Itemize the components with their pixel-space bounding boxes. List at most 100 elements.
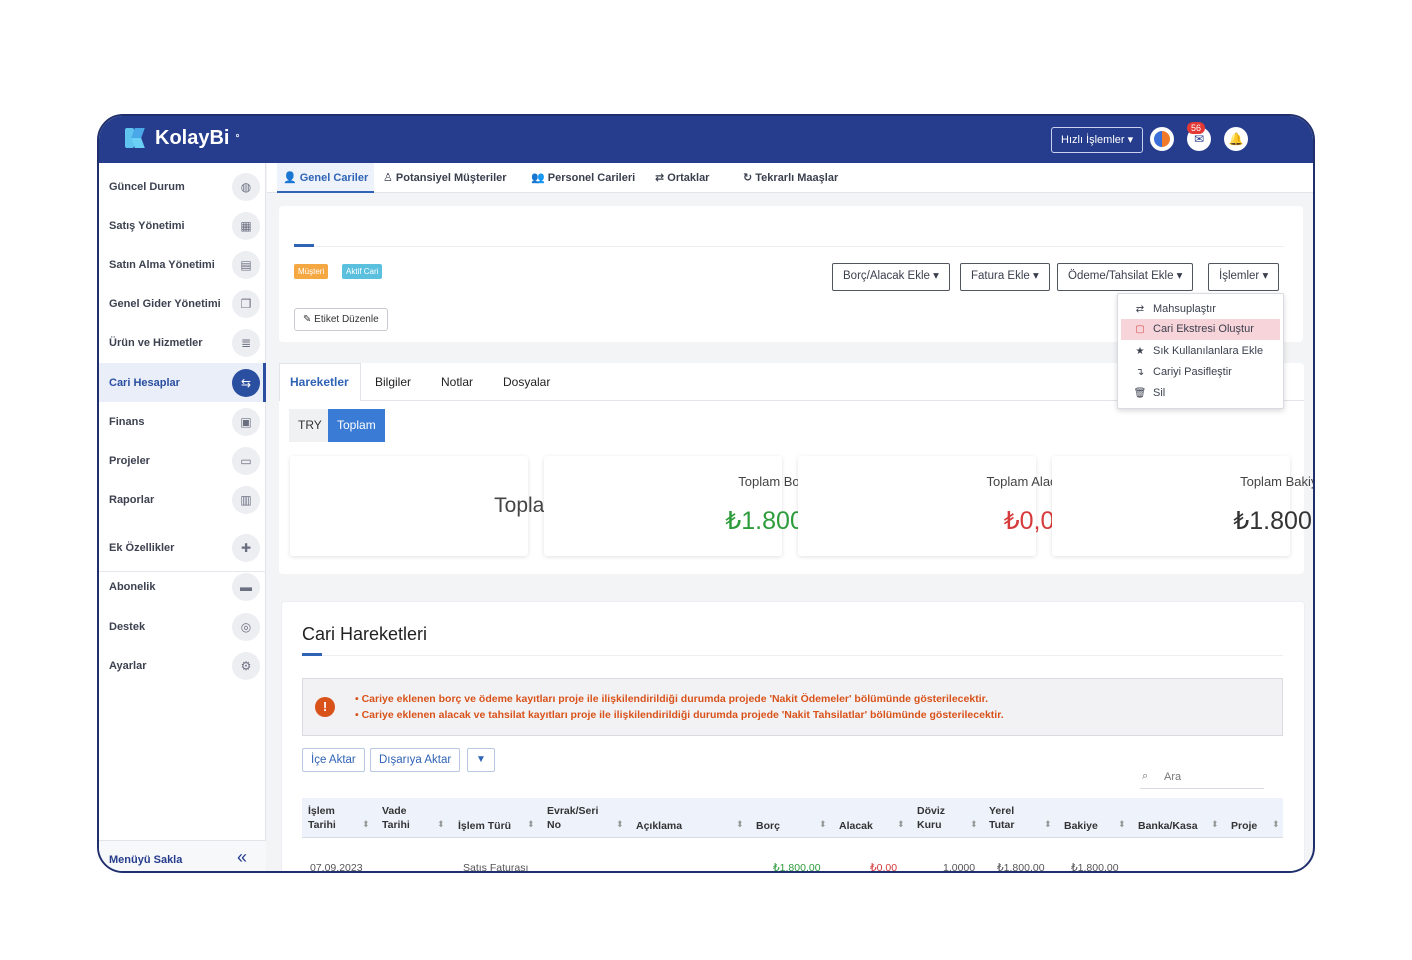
subtab-bilgiler[interactable]: Bilgiler [375, 375, 411, 389]
tab-ortaklar[interactable]: ⇄ Ortaklar [649, 163, 715, 193]
tab-personel-carileri[interactable]: 👥 Personel Carileri [525, 163, 641, 193]
cell-doviz-kuru: 1,0000 [943, 862, 976, 873]
section-title: Cari Hareketleri [302, 624, 428, 644]
sort-icon[interactable]: ⬍ [1272, 819, 1280, 830]
sidebar-item-satis[interactable]: Satış Yönetimi ▦ [99, 206, 266, 245]
tab-potansiyel-musteriler[interactable]: ♙ Potansiyel Müşteriler [377, 163, 513, 193]
search-input[interactable]: ⌕ Ara [1140, 767, 1264, 789]
table-header: İşlem Tarihi Vade Tarihi İşlem Türü Evra… [302, 798, 1283, 838]
column-header-islem-turu[interactable]: İşlem Türü [458, 819, 511, 833]
fatura-ekle-button[interactable]: Fatura Ekle ▾ [960, 263, 1050, 291]
sidebar-item-label: Projeler [109, 454, 150, 467]
currency-toplam-button[interactable]: Toplam [328, 409, 385, 442]
cell-alacak: ₺0,00 [870, 862, 898, 873]
sidebar-item-label: Abonelik [109, 580, 156, 593]
column-header-evrak-seri-no[interactable]: Evrak/Seri No [547, 804, 598, 832]
sidebar-item-ayarlar[interactable]: Ayarlar ⚙ [99, 646, 266, 685]
toplam-borc-card: Toplam Borç ❶ ₺1.800,00 [544, 456, 839, 556]
sidebar-item-cari-hesaplar[interactable]: Cari Hesaplar ⇆ [99, 363, 266, 402]
column-header-aciklama[interactable]: Açıklama [636, 819, 682, 833]
sidebar-item-finans[interactable]: Finans ▣ [99, 402, 266, 441]
sidebar-item-ek-ozellikler[interactable]: Ek Özellikler ✚ [99, 528, 266, 567]
sort-icon[interactable]: ⬍ [1044, 819, 1052, 830]
account-icon[interactable] [1150, 127, 1174, 151]
sidebar-item-label: Raporlar [109, 493, 155, 506]
column-header-vade-tarihi[interactable]: Vade Tarihi [382, 804, 410, 832]
menu-item-label: Cariyi Pasifleştir [1153, 366, 1232, 378]
accent-underline [294, 244, 314, 247]
cell-islem-turu: Satış Faturası [463, 862, 529, 873]
tab-genel-cariler[interactable]: 👤 Genel Cariler [277, 163, 375, 193]
sidebar-item-abonelik[interactable]: Abonelik ▬ [99, 567, 266, 606]
sidebar-item-gider[interactable]: Genel Gider Yönetimi ❐ [99, 284, 266, 323]
sidebar-item-satin-alma[interactable]: Satın Alma Yönetimi ▤ [99, 245, 266, 284]
column-header-islem-tarihi[interactable]: İşlem Tarihi [308, 804, 336, 832]
tab-tekrarli-maaslar[interactable]: ↻ Tekrarlı Maaşlar [737, 163, 844, 193]
sidebar-item-urun[interactable]: Ürün ve Hizmetler ≣ [99, 323, 266, 362]
column-header-banka-kasa[interactable]: Banka/Kasa [1138, 819, 1198, 833]
menu-item-sik-kullanilanlara-ekle[interactable]: ★ Sık Kullanılanlara Ekle [1121, 341, 1280, 362]
cell-islem-tarihi: 07.09.2023 [310, 862, 363, 873]
star-icon: ★ [1135, 346, 1145, 357]
sort-icon[interactable]: ⬍ [362, 819, 370, 830]
sort-icon[interactable]: ⬍ [819, 819, 827, 830]
ice-aktar-button[interactable]: İçe Aktar [302, 748, 365, 772]
menu-item-cari-ekstresi-olustur[interactable]: ▢ Cari Ekstresi Oluştur [1121, 319, 1280, 340]
quick-actions-button[interactable]: Hızlı İşlemler ▾ [1051, 127, 1144, 153]
sidebar-item-raporlar[interactable]: Raporlar ▥ [99, 480, 266, 519]
dashboard-icon: ◍ [232, 172, 260, 201]
sort-icon[interactable]: ⬍ [437, 819, 445, 830]
column-header-doviz-kuru[interactable]: Döviz Kuru [917, 804, 945, 832]
sort-icon[interactable]: ⬍ [736, 819, 744, 830]
sidebar-item-projeler[interactable]: Projeler ▭ [99, 441, 266, 480]
search-icon: ⌕ [1142, 770, 1149, 782]
disariya-aktar-button[interactable]: Dışarıya Aktar [370, 748, 461, 772]
sort-icon[interactable]: ⬍ [527, 819, 535, 830]
logo[interactable]: KolayBi ° [125, 126, 239, 150]
puzzle-icon: ✚ [232, 533, 260, 562]
menu-item-label: Cari Ekstresi Oluştur [1153, 323, 1254, 335]
sort-icon[interactable]: ⬍ [897, 819, 905, 830]
sidebar-item-label: Ürün ve Hizmetler [109, 336, 203, 349]
document-icon: ▤ [232, 250, 260, 279]
money-icon: ▣ [232, 407, 260, 436]
transfer-icon: ⇄ [1135, 304, 1145, 315]
subtab-hareketler[interactable]: Hareketler [290, 375, 349, 389]
column-header-yerel-tutar[interactable]: Yerel Tutar [989, 804, 1014, 832]
sidebar-item-label: Finans [109, 415, 145, 428]
credit-card-icon: ▬ [232, 572, 260, 601]
menu-item-label: Mahsuplaştır [1153, 303, 1216, 315]
sort-icon[interactable]: ⬍ [616, 819, 624, 830]
subtab-dosyalar[interactable]: Dosyalar [503, 375, 550, 389]
sort-icon[interactable]: ⬍ [1211, 819, 1219, 830]
logo-text: KolayBi [155, 126, 230, 149]
subtab-notlar[interactable]: Notlar [441, 375, 473, 389]
odeme-tahsilat-ekle-button[interactable]: Ödeme/Tahsilat Ekle ▾ [1057, 263, 1194, 291]
column-header-alacak[interactable]: Alacak [839, 819, 873, 833]
filter-icon[interactable]: ▼ [467, 748, 495, 772]
column-header-proje[interactable]: Proje [1231, 819, 1257, 833]
chevron-double-left-icon: « [237, 847, 248, 867]
sidebar-item-guncel-durum[interactable]: Güncel Durum ◍ [99, 167, 266, 206]
sort-icon[interactable]: ⬍ [1118, 819, 1126, 830]
sidebar: Güncel Durum ◍ Satış Yönetimi ▦ Satın Alma… [99, 163, 266, 871]
currency-try-button[interactable]: TRY [289, 409, 331, 442]
accent-underline [302, 653, 322, 656]
collapse-menu-button[interactable]: Menüyü Sakla « [99, 840, 266, 871]
copy-icon: ❐ [232, 289, 260, 318]
borc-alacak-ekle-button[interactable]: Borç/Alacak Ekle ▾ [832, 263, 950, 291]
etiket-duzenle-button[interactable]: ✎ Etiket Düzenle [294, 308, 388, 331]
menu-item-mahsuplastir[interactable]: ⇄ Mahsuplaştır [1121, 299, 1280, 320]
column-header-borc[interactable]: Borç [756, 819, 780, 833]
logo-reg: ° [235, 132, 240, 144]
sort-icon[interactable]: ⬍ [970, 819, 978, 830]
column-header-bakiye[interactable]: Bakiye [1064, 819, 1098, 833]
menu-item-cariyi-pasiflestir[interactable]: ↴ Cariyi Pasifleştir [1121, 362, 1280, 383]
bell-icon[interactable]: 🔔 [1224, 127, 1248, 151]
arrow-down-turn-icon: ↴ [1135, 367, 1145, 378]
sidebar-item-destek[interactable]: Destek ◎ [99, 607, 266, 646]
sidebar-item-label: Ek Özellikler [109, 541, 175, 554]
islemler-button[interactable]: İşlemler ▾ [1208, 263, 1280, 291]
bar-chart-icon: ▥ [232, 485, 260, 514]
menu-item-sil[interactable]: 🗑 Sil [1121, 383, 1280, 404]
